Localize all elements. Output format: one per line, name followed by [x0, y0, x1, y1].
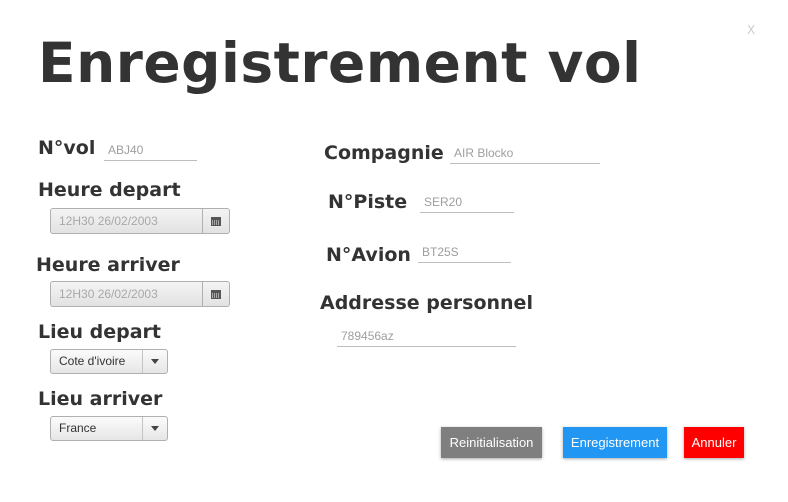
- lieu-depart-label: Lieu depart: [38, 321, 162, 343]
- num-piste-label: N°Piste: [328, 191, 408, 213]
- reset-button[interactable]: Reinitialisation: [441, 427, 542, 458]
- lieu-depart-value[interactable]: Cote d'ivoire: [51, 350, 143, 373]
- heure-depart-datepicker[interactable]: 12H30 26/02/2003: [50, 208, 230, 234]
- lieu-arriver-dropdown-button[interactable]: [143, 417, 167, 440]
- num-piste-field[interactable]: SER20: [420, 191, 514, 213]
- save-button[interactable]: Enregistrement: [563, 427, 667, 458]
- heure-arriver-value[interactable]: 12H30 26/02/2003: [51, 282, 203, 306]
- num-avion-label: N°Avion: [326, 244, 411, 266]
- num-vol-label: N°vol: [38, 137, 96, 159]
- heure-depart-calendar-button[interactable]: [203, 209, 229, 233]
- heure-arriver-calendar-button[interactable]: [203, 282, 229, 306]
- heure-depart-label: Heure depart: [38, 179, 181, 201]
- lieu-depart-select[interactable]: Cote d'ivoire: [50, 349, 168, 374]
- heure-arriver-datepicker[interactable]: 12H30 26/02/2003: [50, 281, 230, 307]
- num-vol-field[interactable]: ABJ40: [104, 139, 197, 161]
- addresse-personnel-field[interactable]: 789456az: [337, 325, 516, 347]
- chevron-down-icon: [151, 426, 159, 431]
- close-icon[interactable]: X: [747, 22, 755, 38]
- compagnie-field[interactable]: AIR Blocko: [450, 142, 600, 164]
- calendar-icon: [211, 216, 221, 226]
- lieu-depart-dropdown-button[interactable]: [143, 350, 167, 373]
- lieu-arriver-label: Lieu arriver: [38, 388, 163, 410]
- cancel-button[interactable]: Annuler: [684, 427, 744, 458]
- lieu-arriver-value[interactable]: France: [51, 417, 143, 440]
- chevron-down-icon: [151, 359, 159, 364]
- compagnie-label: Compagnie: [324, 142, 444, 164]
- page-title: Enregistrement vol: [38, 31, 642, 95]
- lieu-arriver-select[interactable]: France: [50, 416, 168, 441]
- heure-depart-value[interactable]: 12H30 26/02/2003: [51, 209, 203, 233]
- heure-arriver-label: Heure arriver: [36, 254, 180, 276]
- addresse-personnel-label: Addresse personnel: [320, 292, 533, 314]
- calendar-icon: [211, 289, 221, 299]
- num-avion-field[interactable]: BT25S: [418, 241, 511, 263]
